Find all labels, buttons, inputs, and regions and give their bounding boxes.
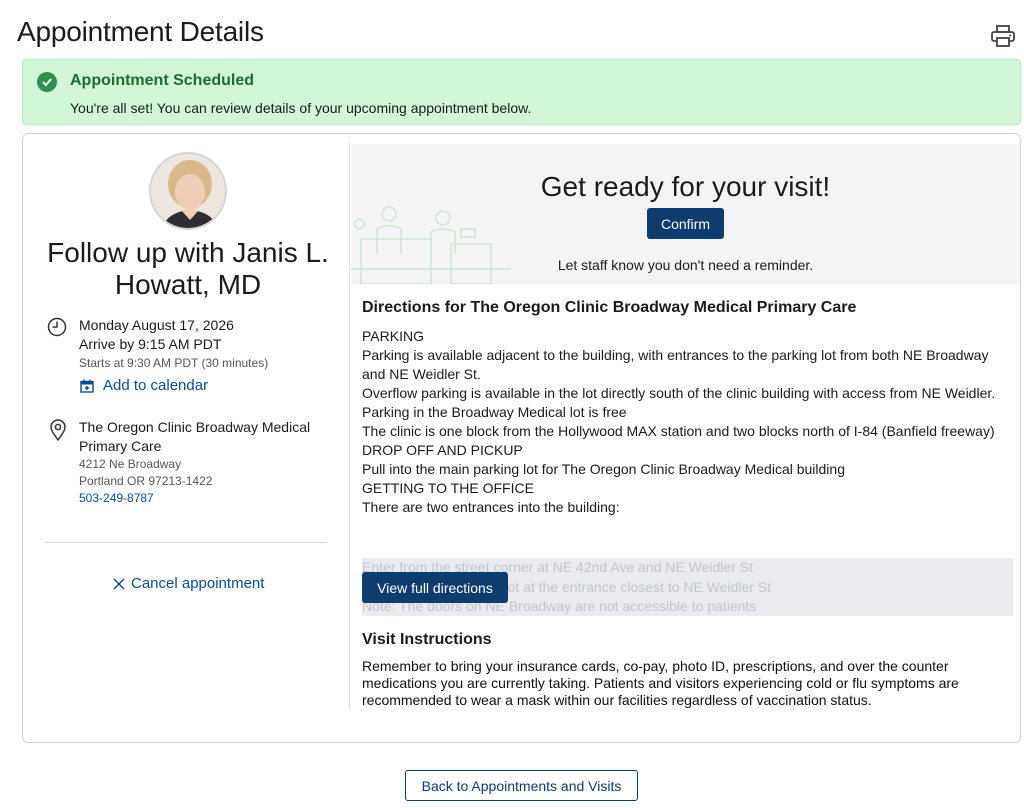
add-to-calendar-link[interactable]: Add to calendar xyxy=(80,377,208,394)
directions-line: DROP OFF AND PICKUP xyxy=(362,442,523,458)
success-alert: Appointment Scheduled You're all set! Yo… xyxy=(22,59,1021,125)
page-title: Appointment Details xyxy=(17,16,264,47)
get-ready-panel: Get ready for your visit! Confirm Let st… xyxy=(351,144,1020,284)
close-icon xyxy=(113,578,125,589)
appointment-summary: Follow up with Janis L. Howatt, MD Monda… xyxy=(23,134,349,742)
location-name: The Oregon Clinic Broadway Medical Prima… xyxy=(79,419,311,454)
start-time: Starts at 9:30 AM PDT (30 minutes) xyxy=(79,356,269,370)
appointment-title: Follow up with Janis L. Howatt, MD xyxy=(47,237,329,300)
directions-title: Directions for The Oregon Clinic Broadwa… xyxy=(362,299,857,316)
directions-text: PARKING Parking is available adjacent to… xyxy=(362,327,1012,517)
directions-line: Parking is available adjacent to the bui… xyxy=(362,347,989,382)
cancel-appointment-link[interactable]: Cancel appointment xyxy=(113,575,264,592)
check-circle-icon xyxy=(37,72,57,92)
visit-instructions-text: Remember to bring your insurance cards, … xyxy=(362,658,959,708)
directions-line: Overflow parking is available in the lot… xyxy=(362,385,996,401)
directions-line: PARKING xyxy=(362,328,424,344)
add-to-calendar-label: Add to calendar xyxy=(103,377,209,394)
view-full-directions-button[interactable]: View full directions xyxy=(362,572,508,603)
back-to-appointments-button[interactable]: Back to Appointments and Visits xyxy=(405,770,638,801)
printer-icon xyxy=(991,25,1015,47)
location-phone-link[interactable]: 503-249-8787 xyxy=(79,491,154,505)
print-button[interactable] xyxy=(988,22,1018,50)
alert-title: Appointment Scheduled xyxy=(70,72,254,89)
appointment-date: Monday August 17, 2026 xyxy=(79,317,234,333)
column-divider xyxy=(349,142,350,710)
visit-instructions-title: Visit Instructions xyxy=(362,631,492,648)
appointment-card: Follow up with Janis L. Howatt, MD Monda… xyxy=(22,133,1021,743)
confirm-button[interactable]: Confirm xyxy=(647,208,724,239)
arrive-time: Arrive by 9:15 AM PDT xyxy=(79,336,222,352)
location-street: 4212 Ne Broadway xyxy=(79,457,182,471)
get-ready-title: Get ready for your visit! xyxy=(540,171,831,202)
map-pin-icon xyxy=(50,419,66,441)
location-city: Portland OR 97213-1422 xyxy=(79,474,213,488)
directions-line: GETTING TO THE OFFICE xyxy=(362,480,534,496)
provider-avatar xyxy=(149,152,227,230)
directions-line: Pull into the main parking lot for The O… xyxy=(362,461,845,477)
alert-message: You're all set! You can review details o… xyxy=(70,100,532,116)
calendar-icon xyxy=(80,379,94,393)
clock-icon xyxy=(47,317,67,337)
directions-line: Parking in the Broadway Medical lot is f… xyxy=(362,404,627,420)
get-ready-subtitle: Let staff know you don't need a reminder… xyxy=(557,257,814,273)
cancel-appointment-label: Cancel appointment xyxy=(131,575,265,592)
directions-line: The clinic is one block from the Hollywo… xyxy=(362,423,995,439)
directions-line: There are two entrances into the buildin… xyxy=(362,499,620,515)
divider xyxy=(45,542,327,543)
